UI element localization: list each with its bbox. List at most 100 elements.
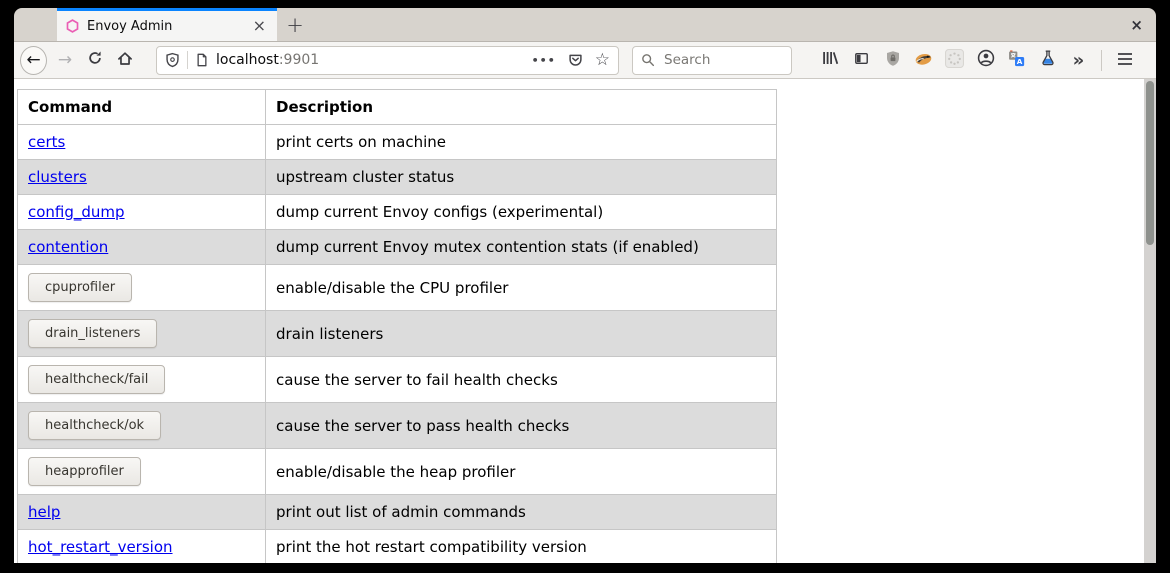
page-icon[interactable] xyxy=(195,52,209,68)
overflow-chevron-icon: » xyxy=(1073,50,1085,71)
command-button[interactable]: healthcheck/ok xyxy=(28,411,161,440)
page-content: Command Description certs print certs on … xyxy=(14,79,1156,563)
reload-icon xyxy=(87,50,103,70)
table-row: healthcheck/fail cause the server to fail… xyxy=(18,357,777,403)
bookmark-star-icon[interactable]: ☆ xyxy=(595,52,610,69)
toolbar-separator xyxy=(1101,50,1102,71)
sidebar-icon xyxy=(853,51,870,70)
extension-grid-button[interactable] xyxy=(939,45,970,75)
command-link[interactable]: clusters xyxy=(28,168,87,186)
url-bar[interactable]: localhost:9901 ••• ☆ xyxy=(156,46,619,75)
table-row: healthcheck/ok cause the server to pass h… xyxy=(18,403,777,449)
page-actions-icon[interactable]: ••• xyxy=(532,54,556,67)
description-cell: cause the server to fail health checks xyxy=(266,357,777,403)
command-cell: contention xyxy=(18,230,266,265)
command-cell: cpuprofiler xyxy=(18,265,266,311)
description-cell: enable/disable the CPU profiler xyxy=(266,265,777,311)
translate-icon: A xyxy=(1008,50,1025,71)
back-icon: ← xyxy=(20,46,47,75)
table-row: certs print certs on machine xyxy=(18,125,777,160)
reload-button[interactable] xyxy=(80,45,110,75)
description-cell: print the hot restart compatibility vers… xyxy=(266,530,777,564)
tab-title: Envoy Admin xyxy=(87,19,251,34)
command-cell: hot_restart_version xyxy=(18,530,266,564)
account-icon xyxy=(977,49,995,71)
command-cell: help xyxy=(18,495,266,530)
toolbar-icons: A » xyxy=(815,45,1094,75)
flask-button[interactable] xyxy=(1032,45,1063,75)
command-cell: certs xyxy=(18,125,266,160)
translate-button[interactable]: A xyxy=(1001,45,1032,75)
command-link[interactable]: contention xyxy=(28,238,108,256)
command-link[interactable]: help xyxy=(28,503,60,521)
command-button[interactable]: heapprofiler xyxy=(28,457,141,486)
command-button[interactable]: drain_listeners xyxy=(28,319,157,348)
command-table: Command Description certs print certs on … xyxy=(17,89,777,563)
search-input[interactable] xyxy=(662,51,783,69)
description-cell: upstream cluster status xyxy=(266,160,777,195)
table-row: help print out list of admin commands xyxy=(18,495,777,530)
table-row: heapprofiler enable/disable the heap prof… xyxy=(18,449,777,495)
window-close-icon[interactable]: × xyxy=(1130,8,1143,41)
tab-envoy-admin[interactable]: Envoy Admin × xyxy=(57,8,277,41)
description-cell: print out list of admin commands xyxy=(266,495,777,530)
description-cell: drain listeners xyxy=(266,311,777,357)
search-bar[interactable] xyxy=(632,46,792,75)
tab-close-icon[interactable]: × xyxy=(251,18,268,34)
library-button[interactable] xyxy=(815,45,846,75)
new-tab-button[interactable]: + xyxy=(277,8,313,41)
back-button[interactable]: ← xyxy=(20,45,50,75)
account-button[interactable] xyxy=(970,45,1001,75)
navigation-toolbar: ← → localhost:9901 ••• xyxy=(14,42,1156,79)
table-row: contention dump current Envoy mutex conte… xyxy=(18,230,777,265)
library-icon xyxy=(821,50,840,70)
command-button[interactable]: cpuprofiler xyxy=(28,273,132,302)
urlbar-divider xyxy=(187,51,188,69)
menu-hamburger-icon xyxy=(1117,51,1133,70)
shield-lock-icon xyxy=(885,50,901,71)
tracking-protection-shield-icon[interactable] xyxy=(165,52,180,68)
command-link[interactable]: certs xyxy=(28,133,65,151)
svg-text:A: A xyxy=(1017,56,1023,65)
overflow-button[interactable]: » xyxy=(1063,45,1094,75)
table-row: hot_restart_version print the hot restart… xyxy=(18,530,777,564)
privacy-badger-button[interactable] xyxy=(908,45,939,75)
description-cell: cause the server to pass health checks xyxy=(266,403,777,449)
url-host: localhost xyxy=(216,52,279,68)
command-cell: clusters xyxy=(18,160,266,195)
description-cell: dump current Envoy mutex contention stat… xyxy=(266,230,777,265)
home-icon xyxy=(116,50,134,71)
vertical-scrollbar[interactable] xyxy=(1144,79,1156,563)
home-button[interactable] xyxy=(110,45,140,75)
sidebar-button[interactable] xyxy=(846,45,877,75)
shield-lock-button[interactable] xyxy=(877,45,908,75)
scrollbar-thumb[interactable] xyxy=(1146,81,1154,245)
pocket-icon[interactable] xyxy=(567,52,584,68)
table-row: cpuprofiler enable/disable the CPU profil… xyxy=(18,265,777,311)
command-cell: heapprofiler xyxy=(18,449,266,495)
forward-button[interactable]: → xyxy=(50,45,80,75)
table-header-row: Command Description xyxy=(18,90,777,125)
privacy-badger-icon xyxy=(914,50,933,71)
command-cell: healthcheck/ok xyxy=(18,403,266,449)
command-button[interactable]: healthcheck/fail xyxy=(28,365,165,394)
forward-icon: → xyxy=(58,50,72,70)
search-icon xyxy=(641,53,655,67)
description-cell: dump current Envoy configs (experimental… xyxy=(266,195,777,230)
extension-grid-icon xyxy=(945,49,964,72)
command-cell: config_dump xyxy=(18,195,266,230)
menu-button[interactable] xyxy=(1109,45,1140,75)
command-cell: healthcheck/fail xyxy=(18,357,266,403)
description-cell: enable/disable the heap profiler xyxy=(266,449,777,495)
command-table-body: certs print certs on machine clusters upstr… xyxy=(18,125,777,564)
description-cell: print certs on machine xyxy=(266,125,777,160)
command-header: Command xyxy=(18,90,266,125)
table-row: clusters upstream cluster status xyxy=(18,160,777,195)
command-link[interactable]: hot_restart_version xyxy=(28,538,173,556)
tab-bar: Envoy Admin × + × xyxy=(14,8,1156,42)
url-text[interactable]: localhost:9901 xyxy=(216,52,532,68)
browser-window: Envoy Admin × + × ← → xyxy=(14,8,1156,565)
table-row: config_dump dump current Envoy configs (e… xyxy=(18,195,777,230)
command-link[interactable]: config_dump xyxy=(28,203,125,221)
table-row: drain_listeners drain listeners xyxy=(18,311,777,357)
